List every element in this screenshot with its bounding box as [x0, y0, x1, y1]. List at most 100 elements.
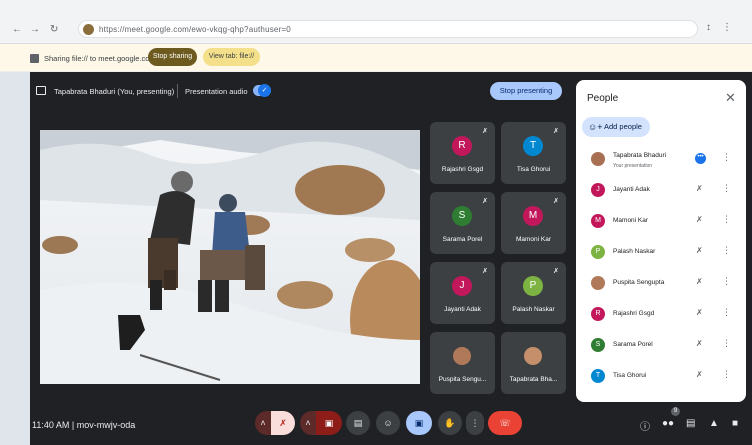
more-options-icon[interactable]: ⋮ [722, 338, 731, 349]
participant-tile[interactable]: ✗ R Rajashri Gsgd [430, 122, 495, 184]
participant-name: Jayanti Adak [444, 306, 481, 313]
participant-tile[interactable]: Puspita Sengu... [430, 332, 495, 394]
stop-sharing-button[interactable]: Stop sharing [148, 48, 197, 66]
extension-icon[interactable]: ↕ [706, 22, 711, 33]
avatar: J [452, 276, 472, 296]
avatar: T [523, 136, 543, 156]
back-icon[interactable]: ← [12, 24, 22, 35]
mic-off-icon: ✗ [553, 268, 559, 275]
emoji-icon: ☺ [383, 418, 393, 428]
mic-off-icon: ✗ [279, 418, 287, 428]
activities-icon[interactable]: ▲ [709, 418, 719, 429]
menu-icon[interactable]: ⋮ [722, 22, 732, 33]
hand-icon: ✋ [444, 418, 456, 428]
leave-call-button[interactable]: ☏ [488, 411, 522, 435]
panel-title: People [587, 93, 619, 104]
member-name: Tapabrata Bhaduri [613, 152, 667, 159]
stop-presenting-button[interactable]: Stop presenting [490, 82, 562, 100]
list-item[interactable]: Puspita Sengupta ✗ ⋮ [576, 270, 746, 301]
more-options-icon[interactable]: ⋮ [722, 369, 731, 380]
close-icon[interactable]: ✕ [725, 90, 736, 106]
list-item[interactable]: T Tisa Ghorui ✗ ⋮ [576, 363, 746, 394]
more-options-icon[interactable]: ⋮ [722, 276, 731, 287]
participant-name: Rajashri Gsgd [441, 166, 484, 173]
chat-icon[interactable]: ▤ [686, 418, 695, 429]
list-item[interactable]: R Rajashri Gsgd ✗ ⋮ [576, 301, 746, 332]
avatar: M [523, 206, 543, 226]
presentation-audio-toggle[interactable]: ✓ [253, 84, 271, 97]
participant-name: Sarama Porel [442, 236, 483, 243]
mic-off-icon[interactable]: ✗ [696, 215, 703, 224]
address-bar[interactable]: https://meet.google.com/ewo-vkqg-qhp?aut… [78, 20, 698, 38]
participant-name: Tapabrata Bha... [509, 376, 558, 383]
list-item[interactable]: S Sarama Porel ✗ ⋮ [576, 332, 746, 363]
sharing-bar: Sharing file:// to meet.google.com [0, 44, 752, 72]
raise-hand-button[interactable]: ✋ [438, 411, 462, 435]
member-name: Mamoni Kar [613, 217, 649, 224]
mic-off-icon[interactable]: ✗ [696, 339, 703, 348]
member-name: Tisa Ghorui [613, 372, 647, 379]
avatar: J [591, 183, 605, 197]
captions-button[interactable]: ▤ [346, 411, 370, 435]
list-item[interactable]: M Mamoni Kar ✗ ⋮ [576, 208, 746, 239]
more-options-icon[interactable]: ⋮ [722, 307, 731, 318]
desktop-edge [0, 72, 30, 445]
more-options-icon[interactable]: ⋮ [722, 183, 731, 194]
member-name: Sarama Porel [613, 341, 653, 348]
present-button[interactable]: ▣ [406, 411, 432, 435]
mic-off-icon[interactable]: ✗ [696, 308, 703, 317]
presenter-label: Tapabrata Bhaduri (You, presenting) [54, 87, 175, 96]
mic-off-icon[interactable]: ✗ [696, 370, 703, 379]
avatar-photo [453, 347, 471, 365]
presentation-audio-label: Presentation audio [185, 87, 248, 96]
avatar-photo [591, 276, 605, 290]
presented-image [40, 130, 420, 384]
people-icon[interactable]: ●● [662, 418, 674, 429]
avatar: P [523, 276, 543, 296]
list-item[interactable]: Tapabrata Bhaduri Your presentation ••• … [576, 146, 746, 177]
check-icon: ✓ [258, 84, 271, 97]
avatar-photo [591, 152, 605, 166]
mic-off-icon[interactable]: ✗ [696, 277, 703, 286]
avatar: T [591, 369, 605, 383]
mic-off-icon: ✗ [553, 128, 559, 135]
participant-tile[interactable]: ✗ M Mamoni Kar [501, 192, 566, 254]
add-people-button[interactable]: ☺+ Add people [582, 117, 650, 137]
mic-toggle-button[interactable]: ✗ [271, 411, 295, 435]
view-tab-button[interactable]: View tab: file:// [203, 48, 260, 66]
chevron-up-icon: ˄ [305, 418, 311, 428]
camera-toggle-button[interactable]: ▣ [316, 411, 342, 435]
add-people-label: Add people [604, 122, 642, 131]
participant-tile[interactable]: ✗ T Tisa Ghorui [501, 122, 566, 184]
participant-tile[interactable]: ✗ P Palash Naskar [501, 262, 566, 324]
host-controls-icon[interactable]: ■ [732, 418, 738, 429]
more-options-button[interactable]: ⋮ [466, 411, 484, 435]
reload-icon[interactable]: ↻ [50, 24, 58, 35]
presentation-icon [36, 86, 46, 95]
more-options-icon[interactable]: ⋮ [722, 152, 731, 163]
sharing-text: Sharing file:// to meet.google.com [44, 54, 156, 63]
list-item[interactable]: P Palash Naskar ✗ ⋮ [576, 239, 746, 270]
reactions-button[interactable]: ☺ [376, 411, 400, 435]
member-name: Rajashri Gsgd [613, 310, 655, 317]
participant-tile[interactable]: ✗ J Jayanti Adak [430, 262, 495, 324]
member-subtitle: Your presentation [613, 163, 653, 169]
mic-off-icon[interactable]: ✗ [696, 246, 703, 255]
forward-icon[interactable]: → [30, 24, 40, 35]
avatar: R [452, 136, 472, 156]
participant-tile[interactable]: ✗ S Sarama Porel [430, 192, 495, 254]
participant-tile[interactable]: Tapabrata Bha... [501, 332, 566, 394]
list-item[interactable]: J Jayanti Adak ✗ ⋮ [576, 177, 746, 208]
avatar: S [591, 338, 605, 352]
people-count-badge: 9 [671, 407, 680, 416]
site-icon [83, 24, 94, 35]
add-person-icon: ☺+ [588, 122, 603, 132]
info-icon[interactable]: ⓘ [640, 418, 650, 433]
more-options-icon[interactable]: ⋮ [722, 214, 731, 225]
camera-off-icon: ▣ [324, 418, 334, 428]
member-name: Jayanti Adak [613, 186, 650, 193]
mic-off-icon[interactable]: ✗ [696, 184, 703, 193]
more-options-icon[interactable]: ⋮ [722, 245, 731, 256]
mic-off-icon: ✗ [482, 128, 488, 135]
snow-scene-image [40, 130, 420, 384]
